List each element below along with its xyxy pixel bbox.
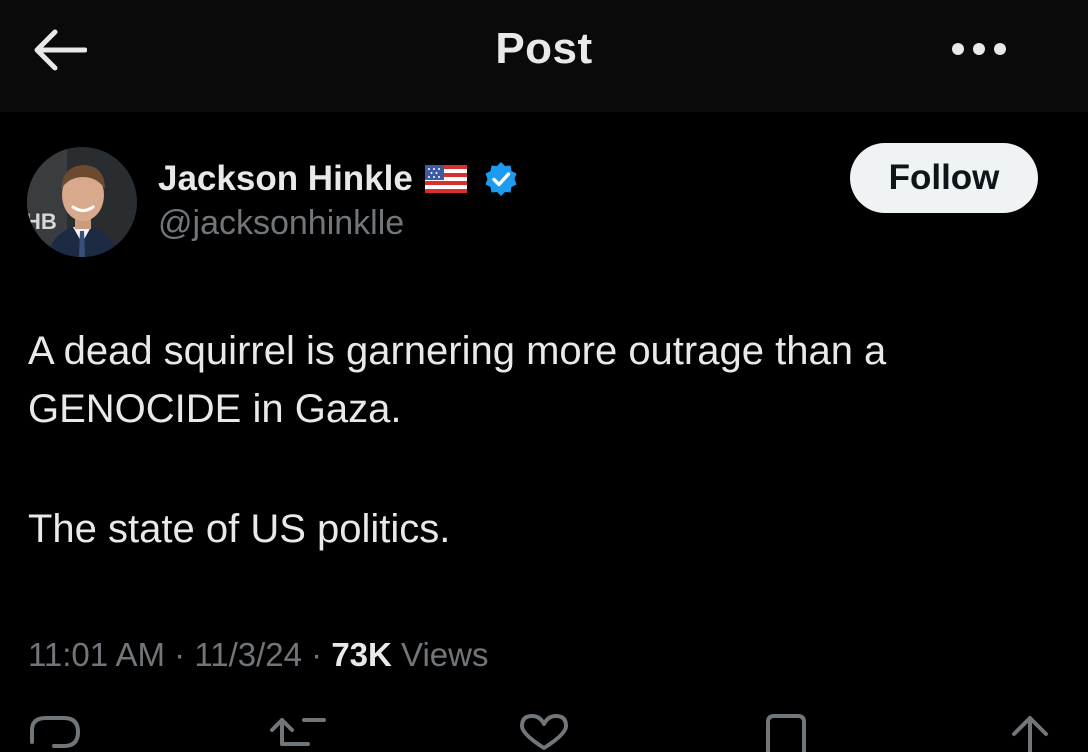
- meta-separator: ·: [174, 636, 186, 673]
- more-options-button[interactable]: [944, 26, 1014, 72]
- verified-badge-icon: [483, 161, 519, 197]
- author-display-name[interactable]: Jackson Hinkle: [158, 159, 413, 199]
- page-title: Post: [495, 24, 593, 73]
- views-count: 73K: [331, 636, 392, 673]
- tweet-body: A dead squirrel is garnering more outrag…: [28, 322, 1058, 558]
- tweet-time[interactable]: 11:01 AM: [28, 636, 165, 673]
- tweet-date[interactable]: 11/3/24: [194, 636, 302, 673]
- action-bar: [0, 712, 1088, 752]
- share-icon: [1012, 716, 1048, 752]
- author-handle[interactable]: @jacksonhinklle: [158, 204, 404, 243]
- views-label: Views: [401, 636, 489, 673]
- more-horizontal-icon: [952, 43, 1006, 55]
- meta-separator: ·: [311, 636, 323, 673]
- reply-button[interactable]: [28, 712, 82, 752]
- tweet-paragraph: A dead squirrel is garnering more outrag…: [28, 329, 887, 431]
- repost-button[interactable]: [268, 712, 328, 752]
- svg-text:HB: HB: [27, 209, 57, 234]
- reply-icon: [30, 716, 81, 748]
- bookmark-icon: [766, 714, 806, 752]
- heart-icon: [520, 714, 568, 750]
- tweet-paragraph: The state of US politics.: [28, 507, 451, 551]
- bookmark-button[interactable]: [762, 712, 810, 752]
- us-flag-icon: [424, 165, 467, 193]
- author-avatar[interactable]: HB: [27, 147, 137, 257]
- repost-icon: [270, 718, 326, 746]
- tweet-meta: 11:01 AM · 11/3/24 · 73K Views: [28, 636, 488, 674]
- author-name-row: Jackson Hinkle: [158, 156, 519, 202]
- like-button[interactable]: [516, 712, 572, 752]
- share-button[interactable]: [1006, 712, 1054, 752]
- follow-button[interactable]: Follow: [850, 143, 1038, 213]
- top-bar: Post: [0, 0, 1088, 112]
- avatar-photo: HB: [27, 147, 137, 257]
